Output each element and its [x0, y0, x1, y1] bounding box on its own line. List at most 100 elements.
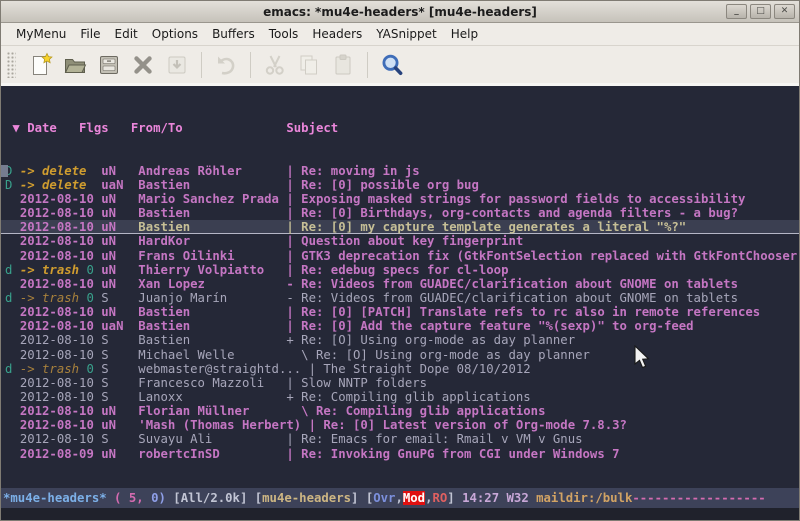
fringe [5, 234, 12, 248]
message-from: Andreas Röhler [138, 164, 279, 178]
message-row[interactable]: 2012-08-10 uN Florian Müllner \ Re: Comp… [5, 404, 800, 418]
save-icon[interactable] [92, 49, 126, 81]
mark-suffix: 0 [79, 291, 94, 305]
mode-line[interactable]: *mu4e-headers* ( 5, 0) [All/2.0k] [mu4e-… [1, 488, 800, 508]
modeline-pink: ( 5, [107, 491, 144, 505]
message-flags: uN [101, 263, 131, 277]
search-icon[interactable] [375, 49, 409, 81]
modeline-dashes: ------------------ [632, 491, 765, 505]
message-row[interactable]: 2012-08-10 S Bastien + Re: [O] Using org… [5, 333, 800, 347]
fringe [5, 348, 12, 362]
menu-yasnippet[interactable]: YASnippet [369, 24, 444, 44]
message-subject: \ Re: [O] Using org-mode as day planner [286, 348, 590, 362]
mark-suffix: 0 [79, 362, 94, 376]
message-row[interactable]: D -> delete uN Andreas Röhler | Re: movi… [5, 164, 800, 178]
menu-headers[interactable]: Headers [305, 24, 369, 44]
message-from: Juanjo Marín [138, 291, 279, 305]
message-from: webmaster@straightd... [138, 362, 301, 376]
menu-help[interactable]: Help [444, 24, 485, 44]
message-flags: S [101, 390, 131, 404]
save-as-icon [160, 49, 194, 81]
modeline-maildir: maildir:/bulk [536, 491, 632, 505]
message-row[interactable]: 2012-08-10 uN HardKor | Question about k… [5, 234, 800, 248]
copy-icon [292, 49, 326, 81]
message-row[interactable]: 2012-08-10 uN Bastien | Re: [0] my captu… [1, 220, 800, 234]
fringe [5, 333, 12, 347]
message-subject: | Re: [0] Latest version of Org-mode 7.8… [309, 418, 627, 432]
menu-buffers[interactable]: Buffers [205, 24, 262, 44]
message-flags: S [101, 348, 131, 362]
message-row[interactable]: 2012-08-10 uN Frans Oilinki | GTK3 depre… [5, 249, 800, 263]
mark-label: -> trash [20, 362, 79, 376]
message-row[interactable]: D -> delete uaN Bastien | Re: [0] possib… [5, 178, 800, 192]
menu-tools[interactable]: Tools [262, 24, 306, 44]
fringe [5, 277, 12, 291]
window-controls: _□✕ [726, 4, 795, 19]
message-flags: uN [101, 447, 131, 461]
message-date: 2012-08-10 [20, 333, 94, 347]
message-subject: | Re: [0] possible org bug [286, 178, 479, 192]
delete-icon[interactable] [126, 49, 160, 81]
message-row[interactable]: 2012-08-10 S Suvayu Ali | Re: Emacs for … [5, 432, 800, 446]
menu-edit[interactable]: Edit [108, 24, 145, 44]
fringe [5, 432, 12, 446]
message-from: Bastien [138, 333, 279, 347]
message-subject: | Re: edebug specs for cl-loop [286, 263, 508, 277]
message-flags: S [101, 432, 131, 446]
menu-mymenu[interactable]: MyMenu [9, 24, 73, 44]
message-date: 2012-08-10 [20, 249, 94, 263]
menu-bar: MyMenuFileEditOptionsBuffersToolsHeaders… [1, 23, 799, 46]
echo-area-minibuffer[interactable] [1, 508, 800, 521]
message-subject: | Re: Invoking GnuPG from CGI under Wind… [286, 447, 619, 461]
fringe [5, 404, 12, 418]
headers-column-header[interactable]: ▼ Date Flgs From/To Subject [5, 121, 800, 135]
mu4e-headers-buffer[interactable]: ▼ Date Flgs From/To Subject D -> delete … [1, 90, 800, 488]
message-subject: | Re: [0] Birthdays, org-contacts and ag… [286, 206, 738, 220]
message-from: Xan Lopez [138, 277, 279, 291]
message-row[interactable]: 2012-08-10 uN Mario Sanchez Prada | Expo… [5, 192, 800, 206]
modeline-white: ] [351, 491, 366, 505]
message-subject: | Slow NNTP folders [286, 376, 427, 390]
message-flags: S [101, 333, 131, 347]
message-date: 2012-08-10 [20, 348, 94, 362]
message-row[interactable]: d -> trash 0 S Juanjo Marín - Re: Videos… [5, 291, 800, 305]
message-flags: uN [101, 277, 131, 291]
message-from: Francesco Mazzoli [138, 376, 279, 390]
maximize-button[interactable]: □ [750, 4, 771, 19]
new-file-icon[interactable] [24, 49, 58, 81]
fringe [5, 192, 12, 206]
close-button[interactable]: ✕ [774, 4, 795, 19]
mark-fringe-letter: d [5, 291, 12, 305]
mark-label: -> trash [20, 263, 79, 277]
fringe [5, 447, 12, 461]
message-subject: | Re: [0] my capture template generates … [286, 220, 686, 234]
message-row[interactable]: 2012-08-09 uN robertcInSD | Re: Invoking… [5, 447, 800, 461]
menu-options[interactable]: Options [145, 24, 205, 44]
toolbar-drag-handle[interactable] [7, 52, 16, 78]
message-from: Bastien [138, 305, 279, 319]
message-row[interactable]: 2012-08-10 S Michael Welle \ Re: [O] Usi… [5, 348, 800, 362]
message-from: Michael Welle [138, 348, 279, 362]
minimize-button[interactable]: _ [726, 4, 747, 19]
message-subject: | The Straight Dope 08/10/2012 [309, 362, 531, 376]
message-from: Bastien [138, 319, 279, 333]
message-row[interactable]: 2012-08-10 uN Bastien | Re: [0] Birthday… [5, 206, 800, 220]
message-flags: uN [101, 234, 131, 248]
message-row[interactable]: 2012-08-10 uN Bastien | Re: [0] [PATCH] … [5, 305, 800, 319]
message-subject: | Re: [0] [PATCH] Translate refs to rc a… [286, 305, 760, 319]
message-date: 2012-08-10 [20, 390, 94, 404]
message-row[interactable]: 2012-08-10 S Francesco Mazzoli | Slow NN… [5, 376, 800, 390]
menu-file[interactable]: File [73, 24, 107, 44]
message-row[interactable]: 2012-08-10 uaN Bastien | Re: [0] Add the… [5, 319, 800, 333]
message-subject: | Question about key fingerprint [286, 234, 523, 248]
message-row[interactable]: d -> trash 0 S webmaster@straightd... | … [5, 362, 800, 376]
open-folder-icon[interactable] [58, 49, 92, 81]
title-bar[interactable]: emacs: *mu4e-headers* [mu4e-headers] _□✕ [1, 1, 799, 23]
message-row[interactable]: 2012-08-10 S Lanoxx + Re: Compiling glib… [5, 390, 800, 404]
message-date: 2012-08-10 [20, 277, 94, 291]
message-row[interactable]: d -> trash 0 uN Thierry Volpiatto | Re: … [5, 263, 800, 277]
message-row[interactable]: 2012-08-10 uN Xan Lopez - Re: Videos fro… [5, 277, 800, 291]
modeline-time: 14:27 W32 [455, 491, 536, 505]
message-row[interactable]: 2012-08-10 uN 'Mash (Thomas Herbert) | R… [5, 418, 800, 432]
mark-fringe-letter: d [5, 362, 12, 376]
